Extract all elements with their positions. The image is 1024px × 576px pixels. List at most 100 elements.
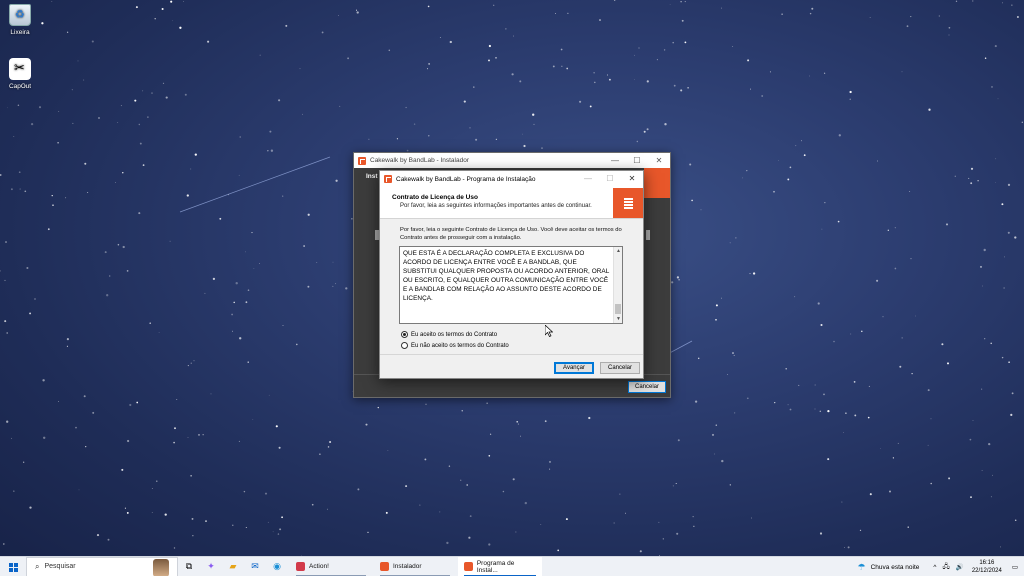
star <box>969 438 972 441</box>
star <box>72 122 74 124</box>
star <box>245 301 248 304</box>
star <box>814 408 816 410</box>
radio-button-selected[interactable] <box>401 331 408 338</box>
star <box>819 410 822 413</box>
minimize-icon[interactable]: — <box>604 153 626 168</box>
star <box>239 136 241 138</box>
accept-label: Eu aceito os termos do Contrato <box>411 331 498 338</box>
star <box>945 223 949 226</box>
network-icon[interactable]: 🖧 <box>942 562 949 573</box>
copilot-icon[interactable]: ✦ <box>200 557 222 576</box>
star <box>269 130 272 133</box>
desktop-icon-recycle-bin[interactable]: Lixeira <box>0 4 40 36</box>
vertical-scrollbar[interactable]: ▲ ▼ <box>613 247 622 323</box>
star <box>941 343 944 346</box>
star <box>251 232 253 234</box>
start-button[interactable] <box>0 557 26 576</box>
file-explorer-icon[interactable]: ▰ <box>222 557 244 576</box>
star <box>560 48 563 51</box>
star <box>1014 236 1017 239</box>
windows-logo-icon <box>9 562 13 567</box>
star <box>75 426 77 429</box>
clock[interactable]: 16:16 22/12/2024 <box>972 559 1002 575</box>
star <box>190 168 192 170</box>
cancel-button[interactable]: Cancelar <box>600 362 640 374</box>
maximize-icon[interactable]: ☐ <box>599 171 621 187</box>
star <box>194 153 197 156</box>
star <box>469 127 471 129</box>
star <box>1010 413 1013 417</box>
close-icon[interactable]: ✕ <box>621 171 643 187</box>
edge-browser-icon[interactable]: ◉ <box>266 557 288 576</box>
star <box>405 106 407 109</box>
star <box>296 343 298 346</box>
weather-text[interactable]: Chuva esta noite <box>871 564 920 571</box>
star <box>210 393 212 395</box>
taskbar-search[interactable]: ⌕ Pesquisar <box>26 556 178 576</box>
mail-icon[interactable]: ✉ <box>244 557 266 576</box>
task-view-icon[interactable]: ⧉ <box>178 557 200 576</box>
star <box>850 333 852 335</box>
scroll-up-icon[interactable]: ▲ <box>614 247 623 255</box>
star <box>13 135 15 137</box>
star <box>267 521 269 523</box>
star <box>769 71 771 73</box>
star <box>97 116 101 120</box>
window-title: Cakewalk by BandLab - Instalador <box>370 157 470 164</box>
star <box>446 541 449 545</box>
star <box>732 352 734 354</box>
star <box>10 188 13 191</box>
star <box>638 47 640 49</box>
volume-icon[interactable]: 🔊 <box>956 563 964 571</box>
next-button[interactable]: Avançar <box>554 362 594 374</box>
star <box>907 526 909 528</box>
scroll-down-icon[interactable]: ▼ <box>614 315 623 323</box>
radio-button[interactable] <box>401 342 408 349</box>
desktop-icon-capcut[interactable]: CapCut <box>0 58 40 90</box>
minimize-icon[interactable]: — <box>577 171 599 187</box>
taskbar-app-action[interactable]: Action! <box>290 557 372 576</box>
star <box>83 395 86 398</box>
star <box>449 40 452 44</box>
star <box>715 318 717 321</box>
window-titlebar[interactable]: Cakewalk by BandLab - Instalador — ☐ ✕ <box>354 153 670 168</box>
close-icon[interactable]: ✕ <box>648 153 670 168</box>
star <box>285 24 288 27</box>
star <box>475 138 478 141</box>
star <box>332 261 334 263</box>
taskbar-app-instalador[interactable]: Instalador <box>374 557 456 576</box>
star <box>179 26 182 29</box>
star <box>746 397 749 400</box>
star <box>675 482 677 485</box>
scrollbar-thumb[interactable] <box>615 304 621 314</box>
star <box>488 454 491 457</box>
star <box>992 474 993 476</box>
chevron-up-icon[interactable]: ^ <box>933 564 936 571</box>
star <box>733 354 735 356</box>
weather-rain-icon[interactable]: ☂ <box>858 562 866 573</box>
star <box>0 270 1 272</box>
star <box>694 400 698 403</box>
license-agreement-dialog[interactable]: Cakewalk by BandLab - Programa de Instal… <box>379 170 644 379</box>
license-textbox[interactable]: QUE ESTA É A DECLARAÇÃO COMPLETA E EXCLU… <box>399 246 623 324</box>
notifications-icon[interactable]: ▭ <box>1012 563 1018 571</box>
star <box>948 26 951 29</box>
cancel-button[interactable]: Cancelar <box>628 381 666 393</box>
star <box>1011 392 1014 395</box>
taskbar-app-programa-instalacao[interactable]: Programa de Instal... <box>458 556 542 576</box>
star <box>999 546 1002 548</box>
maximize-icon[interactable]: ☐ <box>626 153 648 168</box>
star <box>817 302 820 305</box>
star <box>138 123 141 126</box>
star <box>473 86 475 88</box>
star <box>859 529 862 532</box>
star <box>1001 203 1004 206</box>
star <box>126 270 129 272</box>
star <box>253 268 255 269</box>
accept-radio[interactable]: Eu aceito os termos do Contrato <box>401 331 497 338</box>
decline-radio[interactable]: Eu não aceito os termos do Contrato <box>401 342 509 349</box>
star <box>561 65 563 67</box>
dialog-titlebar[interactable]: Cakewalk by BandLab - Programa de Instal… <box>380 171 643 187</box>
star <box>781 13 783 15</box>
star <box>307 213 310 216</box>
